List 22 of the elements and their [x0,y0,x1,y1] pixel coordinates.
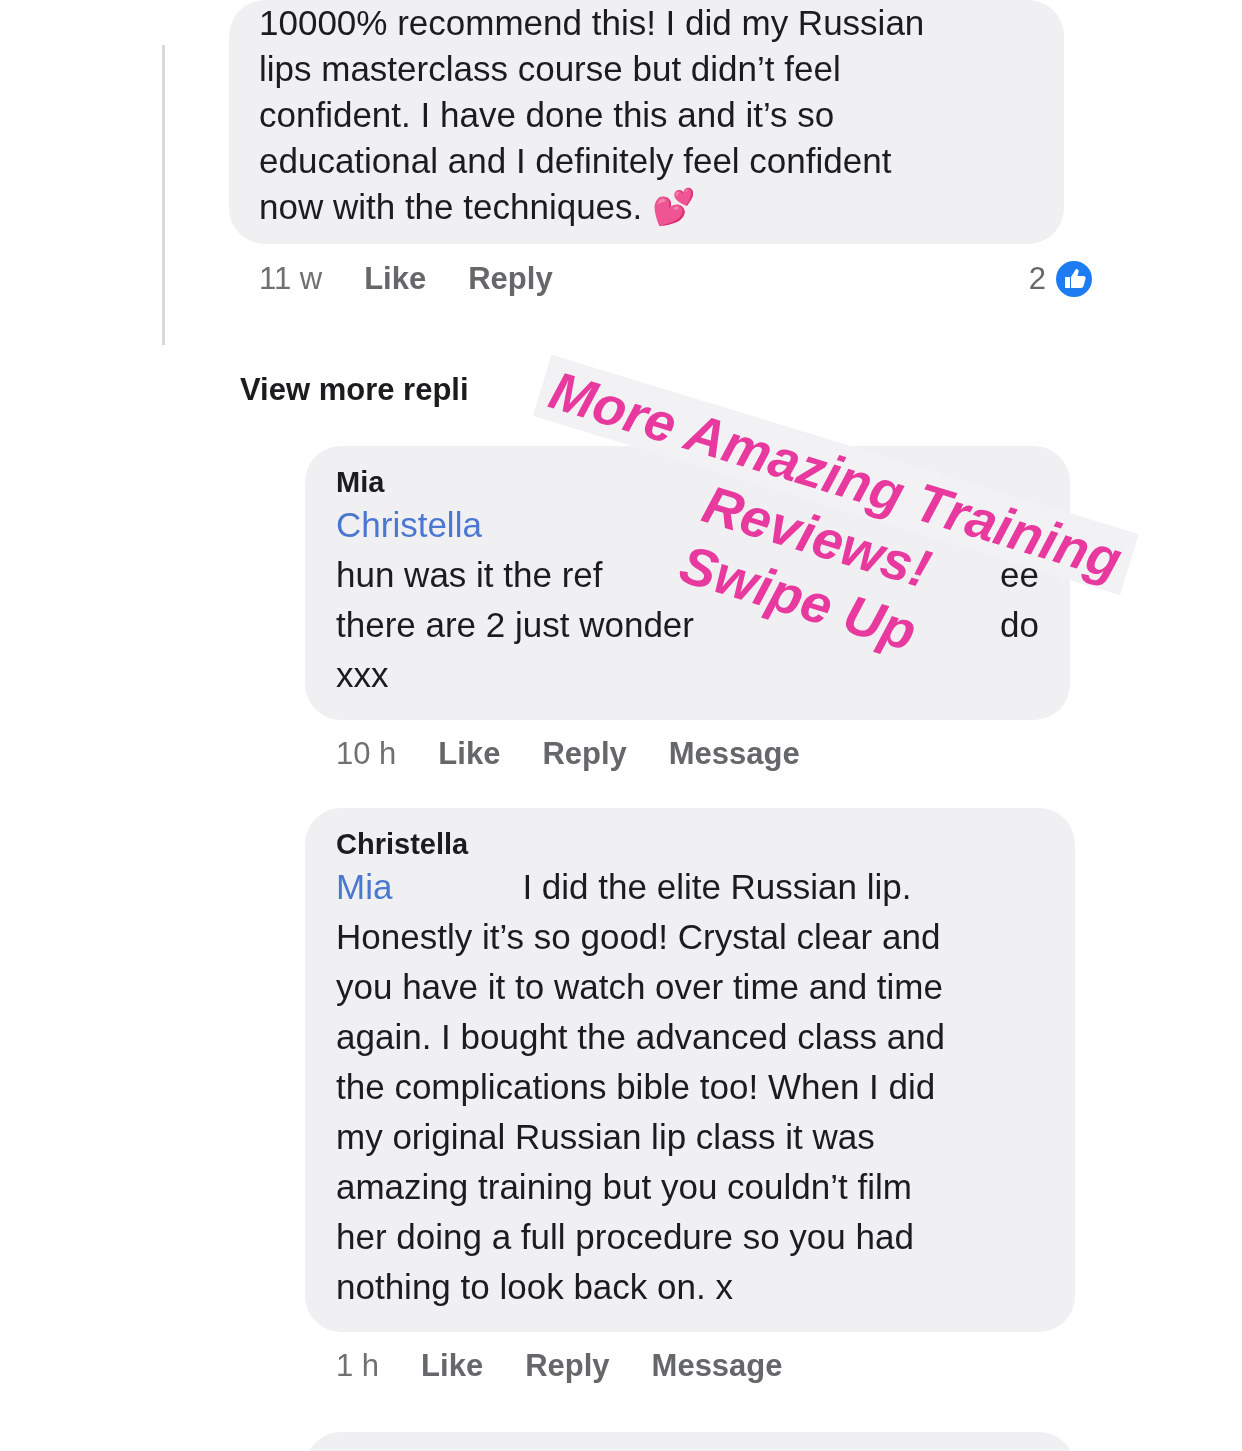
comment-author: Christella [336,826,470,862]
action-link[interactable]: Reply [542,731,627,778]
action-link[interactable]: Reply [468,255,553,303]
action-link[interactable]: Like [364,255,427,303]
action-link[interactable]: Reply [525,1343,610,1390]
thumbs-up-icon [1054,259,1094,299]
reaction-count: 2 [1028,259,1046,298]
action-link[interactable]: Message [651,1343,783,1390]
comment-text: do [1000,603,1039,646]
action-link[interactable]: Message [668,731,800,778]
timestamp: 1 h [336,1347,380,1386]
mention-link[interactable]: Christella [336,499,482,550]
comment-text: 10000% recommend this! I did my Russian lips masterclass course but didn’t feel confident. I have done this and it’s so educational and I definitely feel confident now with the techniques. 💕 [259,2,926,228]
action-link[interactable]: Like [438,731,501,778]
mention-link[interactable]: Mia [336,861,393,912]
action-link[interactable]: Like [421,1343,484,1390]
comment-text: Honestly it’s so good! Crystal clear and you have it to watch over time and time again. I bought the advanced class and the complications bible too! When I did my original Russian lip class it was amazing training but you couldn’t film her doing a full procedure so you had nothing to look back on. x [336,915,947,1308]
timestamp: 11 w [259,259,323,298]
timestamp: 10 h [336,735,397,774]
comment-text: I did the elite Russian lip. [522,865,912,908]
comment-text: xxx [336,653,389,696]
view-more-replies-link[interactable]: View more repli [240,367,469,414]
